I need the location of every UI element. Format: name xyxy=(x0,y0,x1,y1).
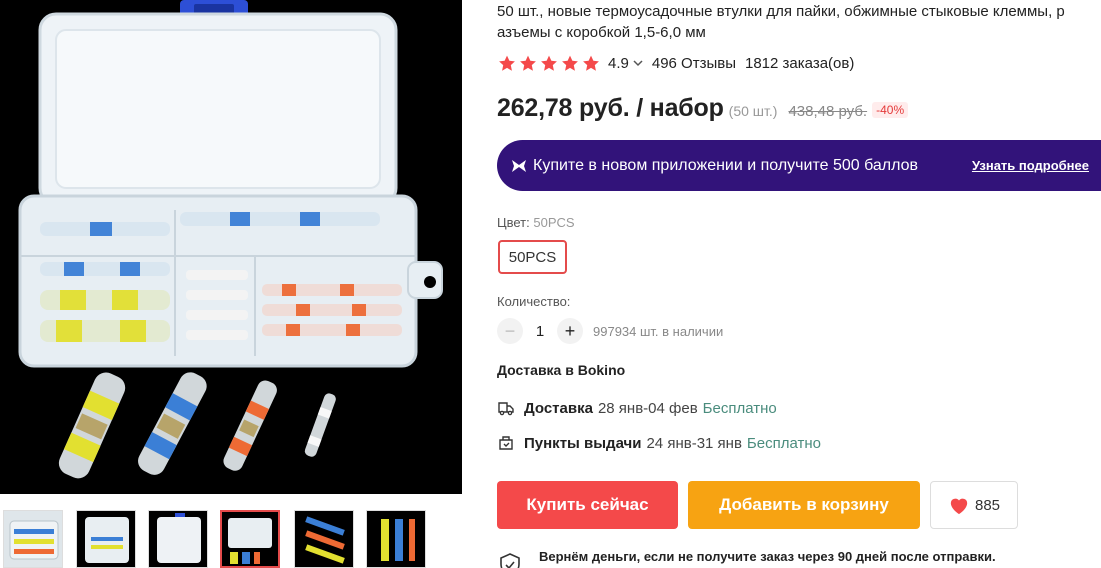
rating-value[interactable]: 4.9 xyxy=(608,55,629,72)
heart-icon xyxy=(950,498,968,515)
quantity-label: Количество: xyxy=(497,294,571,309)
old-price: 438,48 руб. xyxy=(788,103,868,120)
thumbnail-image xyxy=(367,511,425,567)
star-icon xyxy=(562,55,578,71)
wishlist-count: 885 xyxy=(974,496,1001,514)
product-photo-image xyxy=(0,0,462,494)
thumbnail-image xyxy=(222,512,278,566)
shipping-option-courier[interactable]: Доставка 28 янв-04 фев Бесплатно xyxy=(497,398,777,418)
price-row: 262,78 руб. / набор (50 шт.) 438,48 руб.… xyxy=(497,94,909,126)
thumbnail-image xyxy=(4,511,62,567)
shipping-option-pickup[interactable]: Пункты выдачи 24 янв-31 янв Бесплатно xyxy=(497,433,821,453)
thumbnail-image xyxy=(295,511,353,567)
shipping-dates: 28 янв-04 фев xyxy=(597,399,698,417)
pickup-point-icon xyxy=(499,436,513,450)
truck-icon xyxy=(498,402,514,416)
thumbnail-5[interactable] xyxy=(294,510,354,568)
shipping-name: Пункты выдачи xyxy=(524,434,642,452)
chevron-down-icon[interactable] xyxy=(633,58,643,68)
money-back-guarantee: Вернём деньги, если не получите заказ че… xyxy=(497,549,996,568)
color-label: Цвет: 50PCS xyxy=(497,215,575,230)
delivery-location[interactable]: Доставка в Bokino xyxy=(497,362,625,378)
rating-row: 4.9 496 Отзывы 1812 заказа(ов) xyxy=(497,53,854,73)
app-promo-banner[interactable]: Купите в новом приложении и получите 500… xyxy=(497,140,1101,191)
quantity-decrease-button[interactable]: − xyxy=(497,318,523,344)
thumbnail-image xyxy=(77,511,135,567)
rating-stars[interactable] xyxy=(497,54,601,73)
discount-badge: -40% xyxy=(872,102,909,118)
quantity-increase-button[interactable]: + xyxy=(557,318,583,344)
aliexpress-bowtie-icon xyxy=(512,159,526,172)
thumbnail-strip xyxy=(0,510,462,568)
shipping-price: Бесплатно xyxy=(746,434,821,452)
current-price: 262,78 руб. / набор xyxy=(497,94,724,122)
reviews-count[interactable]: 496 Отзывы xyxy=(652,55,736,72)
main-product-photo[interactable] xyxy=(0,0,462,494)
shipping-name: Доставка xyxy=(524,399,593,417)
wishlist-button[interactable]: 885 xyxy=(930,481,1018,529)
star-icon xyxy=(520,55,536,71)
thumbnail-image xyxy=(149,511,207,567)
thumbnail-2[interactable] xyxy=(76,510,136,568)
buy-now-button[interactable]: Купить сейчас xyxy=(497,481,678,529)
thumbnail-3[interactable] xyxy=(148,510,208,568)
quantity-input[interactable]: 1 xyxy=(523,323,557,340)
learn-more-link[interactable]: Узнать подробнее xyxy=(972,158,1089,173)
thumbnail-1[interactable] xyxy=(3,510,63,568)
stock-count: 997934 шт. в наличии xyxy=(593,323,724,339)
star-icon xyxy=(583,55,599,71)
shipping-price: Бесплатно xyxy=(702,399,777,417)
star-icon xyxy=(499,55,515,71)
thumbnail-4[interactable] xyxy=(220,510,280,568)
quantity-stepper: − 1 + 997934 шт. в наличии xyxy=(497,317,723,345)
color-option-50pcs[interactable]: 50PCS xyxy=(498,240,567,274)
color-label-text: Цвет: xyxy=(497,215,534,230)
app-promo-text: Купите в новом приложении и получите 500… xyxy=(533,156,919,174)
guarantee-text: Вернём деньги, если не получите заказ че… xyxy=(539,549,996,564)
add-to-cart-button[interactable]: Добавить в корзину xyxy=(688,481,920,529)
star-icon xyxy=(541,55,557,71)
orders-count: 1812 заказа(ов) xyxy=(745,54,855,72)
pack-size: (50 шт.) xyxy=(728,103,778,119)
shipping-dates: 24 янв-31 янв xyxy=(646,434,742,452)
shield-check-icon xyxy=(500,553,520,568)
color-selected-value: 50PCS xyxy=(533,215,575,230)
thumbnail-6[interactable] xyxy=(366,510,426,568)
product-title: 50 шт., новые термоусадочные втулки для … xyxy=(497,3,1065,41)
